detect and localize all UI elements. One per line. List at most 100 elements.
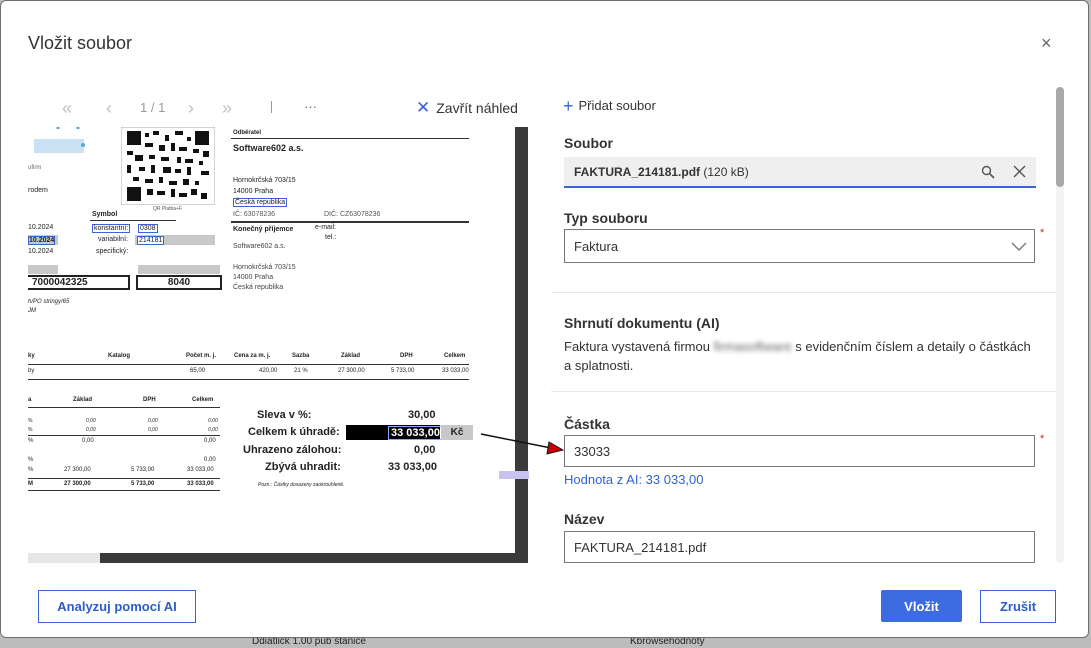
sleva-value: 30,00 [408, 409, 436, 421]
sum-rule-1 [28, 435, 220, 436]
remove-file-icon[interactable] [1013, 165, 1026, 178]
typ-label: Typ souboru [564, 210, 648, 226]
sum-pct-3: % [28, 438, 34, 444]
col-dph: DPH [400, 353, 413, 359]
footnote: Pozn.: Částky dosazeny zaokrouhleně. [258, 482, 345, 488]
sum-pct-5: % [28, 467, 34, 473]
col-cena: Cena za m. j. [234, 353, 271, 359]
col-celkem: Celkem [444, 353, 466, 359]
chevron-down-icon [1011, 242, 1027, 251]
analyze-ai-button[interactable]: Analyzuj pomocí AI [38, 590, 196, 623]
currency-box: Kč [441, 425, 473, 440]
customer-rule [231, 221, 469, 223]
nazev-label: Název [564, 511, 605, 527]
tel-label: tel.: [325, 234, 337, 241]
ai-value-hint[interactable]: Hodnota z AI: 33 033,00 [564, 472, 704, 487]
more-options-icon[interactable]: ··· [304, 99, 317, 114]
prev-page-icon[interactable]: ‹ [106, 98, 112, 119]
sum-zaklad: 27 300,00 [64, 467, 91, 473]
close-preview-button[interactable]: ✕ Zavřít náhled [416, 98, 518, 118]
sum-rule-3 [28, 490, 220, 491]
sum-rule-2 [28, 478, 220, 479]
symbol-rule [90, 220, 176, 221]
item-sazba: 21 % [294, 368, 308, 374]
file-chip-text: FAKTURA_214181.pdf (120 kB) [574, 165, 749, 179]
sum-col-zaklad: Základ [73, 397, 93, 403]
sum-pct-1: % [28, 418, 33, 424]
sum-header-rule [28, 407, 220, 408]
page-indicator: 1 / 1 [140, 100, 166, 115]
dialog-title: Vložit soubor [28, 33, 133, 53]
file-chip[interactable]: FAKTURA_214181.pdf (120 kB) [564, 157, 1036, 188]
account-bar-a [28, 265, 58, 274]
section-divider-1 [551, 292, 1056, 293]
email-label: e-mail: [315, 224, 337, 231]
insert-file-dialog: Vložit soubor × « ‹ 1 / 1 › » ··· ✕ Zavří… [0, 0, 1089, 638]
logo-subtitle: ufirm [28, 165, 42, 171]
file-name: FAKTURA_214181.pdf [574, 165, 701, 179]
bank-code-box: 8040 [136, 275, 222, 290]
nazev-input[interactable]: FAKTURA_214181.pdf [564, 531, 1035, 563]
sum-zero-1b: 0,00 [148, 418, 158, 424]
sum-zero-2b: 0,00 [148, 427, 158, 433]
sum-zero-3c: 0,00 [204, 438, 216, 444]
item-zaklad: 27 300,00 [338, 368, 365, 374]
zbyva-label: Zbývá uhradit: [265, 461, 341, 473]
search-icon[interactable] [981, 165, 995, 179]
customer-name: Software602 a.s. [233, 143, 304, 153]
section-divider-2 [551, 391, 1056, 392]
insert-button[interactable]: Vložit [881, 590, 962, 622]
sum-zero-1c: 0,00 [208, 418, 218, 424]
preview-vertical-scrollbar[interactable] [515, 127, 528, 563]
close-preview-label: Zavřít náhled [436, 100, 518, 116]
customer-street: Hornokrčská 703/15 [233, 177, 296, 184]
uhrazeno-value: 0,00 [414, 444, 436, 456]
account-box: 7000042325 [28, 275, 130, 290]
next-page-icon[interactable]: › [188, 98, 194, 119]
variabilni-label: variabilní: [98, 236, 128, 243]
typ-value: Faktura [574, 238, 619, 254]
col-katalog: Katalog [108, 353, 131, 359]
preview-horizontal-scrollbar[interactable] [28, 553, 528, 563]
col-pocet: Počet m. j. [186, 353, 217, 359]
castka-input[interactable]: 33033 [564, 435, 1035, 467]
typ-select[interactable]: Faktura [564, 229, 1035, 263]
celkem-label: Celkem k úhradě: [248, 426, 340, 438]
konstantni-label: konstantní: [92, 224, 131, 233]
soubor-label: Soubor [564, 135, 613, 151]
col-sazba: Sazba [292, 353, 310, 359]
items-rule [28, 379, 469, 380]
sum-total-dph: 5 733,00 [131, 481, 155, 487]
add-file-button[interactable]: + Přidat soubor [563, 96, 656, 117]
date-3: 10.2024 [28, 248, 54, 255]
form-scrollbar[interactable] [1056, 87, 1064, 563]
sum-col-dph: DPH [143, 397, 156, 403]
form-scroll-thumb[interactable] [1056, 87, 1064, 187]
customer-dic: DIČ: CZ63078236 [324, 211, 381, 218]
cancel-button[interactable]: Zrušit [980, 590, 1056, 623]
item-celkem: 33 033,00 [442, 368, 469, 374]
celkem-value: 33 033,00 [388, 426, 443, 440]
item-name: by [28, 368, 35, 374]
final-city: 14000 Praha [233, 274, 274, 281]
sum-zero-1a: 0,00 [86, 418, 96, 424]
account-bar-b [138, 265, 220, 274]
toolbar-divider [271, 101, 272, 113]
sum-total-zaklad: 27 300,00 [64, 481, 91, 487]
close-dialog-icon[interactable]: × [1041, 34, 1052, 52]
last-page-icon[interactable]: » [222, 98, 232, 119]
nazev-value: FAKTURA_214181.pdf [574, 539, 707, 555]
preview-toolbar: « ‹ 1 / 1 › » ··· ✕ Zavřít náhled [28, 87, 528, 127]
typ-required-mark: * [1040, 227, 1045, 239]
close-preview-icon: ✕ [416, 98, 431, 117]
variabilni-value: 214181 [137, 236, 165, 245]
uhrazeno-label: Uhrazeno zálohou: [243, 444, 342, 456]
first-page-icon[interactable]: « [62, 98, 72, 119]
final-street: Hornokrčská 703/15 [233, 264, 296, 271]
summary-before: Faktura vystavená firmou [564, 339, 710, 354]
sum-total-celkem: 33 033,00 [187, 481, 214, 487]
supplier-fragment: rodem [28, 187, 48, 194]
qr-label: QR Platba+F [153, 206, 183, 212]
preview-scroll-thumb[interactable] [28, 553, 100, 563]
customer-city: 14000 Praha [233, 188, 274, 195]
